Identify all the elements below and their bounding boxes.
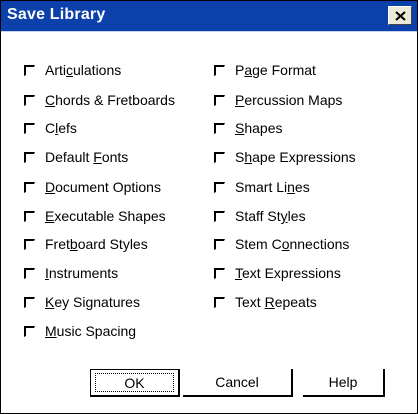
ok-button[interactable]: OK — [90, 369, 180, 397]
close-button[interactable] — [388, 6, 412, 25]
option-label: Shapes — [235, 120, 283, 136]
option-text-repeats[interactable]: Text Repeats — [214, 292, 317, 312]
option-label: Default Fonts — [45, 149, 129, 165]
help-button-label: Help — [328, 374, 358, 390]
dialog-title: Save Library — [7, 6, 106, 23]
option-staff-styles[interactable]: Staff Styles — [214, 206, 306, 226]
checkbox[interactable] — [214, 238, 225, 250]
option-chords-fretboards[interactable]: Chords & Fretboards — [24, 90, 175, 110]
option-articulations[interactable]: Articulations — [24, 60, 121, 80]
option-label: Articulations — [45, 62, 122, 78]
option-page-format[interactable]: Page Format — [214, 60, 316, 80]
option-label: Executable Shapes — [45, 208, 166, 224]
checkbox[interactable] — [24, 238, 35, 250]
checkbox[interactable] — [24, 181, 35, 193]
option-label: Clefs — [45, 120, 77, 136]
checkbox[interactable] — [214, 296, 225, 308]
option-label: Music Spacing — [45, 323, 137, 339]
title-bar[interactable]: Save Library — [1, 1, 417, 32]
checkbox[interactable] — [214, 122, 225, 134]
option-label: Staff Styles — [235, 208, 306, 224]
option-label: Text Repeats — [235, 294, 317, 310]
option-stem-connections[interactable]: Stem Connections — [214, 234, 349, 254]
checkbox[interactable] — [214, 267, 225, 279]
checkbox[interactable] — [24, 94, 35, 106]
option-label: Instruments — [45, 265, 119, 281]
option-label: Stem Connections — [235, 236, 350, 252]
option-clefs[interactable]: Clefs — [24, 118, 77, 138]
option-shape-expressions[interactable]: Shape Expressions — [214, 147, 356, 167]
checkbox[interactable] — [214, 181, 225, 193]
option-label: Key Signatures — [45, 294, 140, 310]
checkbox[interactable] — [24, 64, 35, 76]
option-music-spacing[interactable]: Music Spacing — [24, 321, 136, 341]
save-library-dialog: Save Library Articulations Chords & Fret… — [0, 0, 418, 414]
checkbox[interactable] — [24, 151, 35, 163]
checkbox[interactable] — [214, 210, 225, 222]
option-key-signatures[interactable]: Key Signatures — [24, 292, 140, 312]
option-default-fonts[interactable]: Default Fonts — [24, 147, 128, 167]
option-label: Smart Lines — [235, 179, 310, 195]
option-label: Percussion Maps — [235, 92, 343, 108]
option-percussion-maps[interactable]: Percussion Maps — [214, 90, 342, 110]
option-label: Text Expressions — [235, 265, 341, 281]
cancel-button-label: Cancel — [215, 374, 259, 390]
help-button[interactable]: Help — [303, 369, 385, 397]
option-instruments[interactable]: Instruments — [24, 263, 118, 283]
option-shapes[interactable]: Shapes — [214, 118, 283, 138]
checkbox[interactable] — [24, 210, 35, 222]
cancel-button[interactable]: Cancel — [183, 369, 293, 397]
focus-rectangle — [95, 373, 174, 392]
option-smart-lines[interactable]: Smart Lines — [214, 177, 310, 197]
option-executable-shapes[interactable]: Executable Shapes — [24, 206, 166, 226]
option-text-expressions[interactable]: Text Expressions — [214, 263, 341, 283]
close-icon — [395, 11, 406, 21]
checkbox[interactable] — [214, 94, 225, 106]
checkbox[interactable] — [24, 325, 35, 337]
option-label: Page Format — [235, 62, 316, 78]
option-document-options[interactable]: Document Options — [24, 177, 161, 197]
option-label: Document Options — [45, 179, 161, 195]
checkbox[interactable] — [24, 296, 35, 308]
checkbox[interactable] — [24, 267, 35, 279]
checkbox[interactable] — [214, 64, 225, 76]
option-fretboard-styles[interactable]: Fretboard Styles — [24, 234, 148, 254]
option-label: Shape Expressions — [235, 149, 356, 165]
checkbox[interactable] — [214, 151, 225, 163]
option-label: Fretboard Styles — [45, 236, 148, 252]
checkbox[interactable] — [24, 122, 35, 134]
option-label: Chords & Fretboards — [45, 92, 175, 108]
